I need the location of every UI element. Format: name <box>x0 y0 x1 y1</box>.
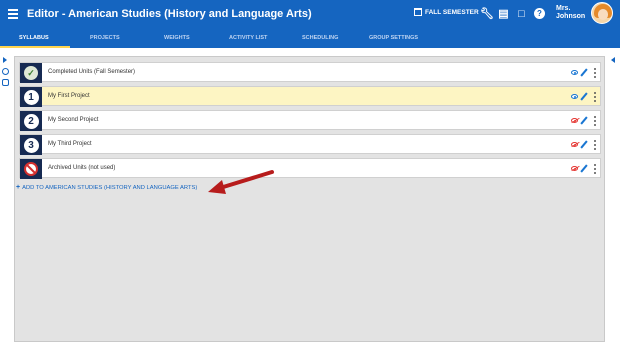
unit-badge: 2 <box>20 111 42 131</box>
semester-label: FALL SEMESTER <box>425 8 479 16</box>
user-name-line2: Johnson <box>556 13 586 20</box>
calendar-icon <box>414 8 422 16</box>
unit-number: 3 <box>23 137 39 153</box>
pencil-icon[interactable] <box>580 116 588 125</box>
unit-badge: 3 <box>20 135 42 155</box>
eye-off-icon[interactable] <box>571 142 578 147</box>
checkmark-icon: ✓ <box>24 66 38 80</box>
tab-bar: SYLLABUS PROJECTS WEIGHTS ACTIVITY LIST … <box>0 30 620 48</box>
expand-right-panel-icon[interactable] <box>611 57 615 63</box>
unit-row-second-project[interactable]: 2 My Second Project <box>19 110 601 131</box>
user-name-line1: Mrs. <box>556 5 571 12</box>
eye-icon[interactable] <box>571 94 578 99</box>
unit-label: My Second Project <box>48 117 99 123</box>
unit-label: My First Project <box>48 93 90 99</box>
active-tab-indicator <box>0 46 70 48</box>
eye-off-icon[interactable] <box>571 166 578 171</box>
hamburger-menu-icon[interactable] <box>8 9 18 19</box>
tab-scheduling[interactable]: SCHEDULING <box>302 35 338 41</box>
unit-row-first-project[interactable]: 1 My First Project <box>19 86 601 107</box>
unit-number: 1 <box>23 89 39 105</box>
wrench-icon[interactable]: 🔧︎ <box>480 8 494 20</box>
add-unit-link[interactable]: + ADD TO AMERICAN STUDIES (HISTORY AND LA… <box>16 184 197 191</box>
unit-row-completed[interactable]: ✓ Completed Units (Fall Semester) <box>19 62 601 83</box>
tab-group-settings[interactable]: GROUP SETTINGS <box>369 35 418 41</box>
tab-weights[interactable]: WEIGHTS <box>164 35 190 41</box>
pencil-icon[interactable] <box>580 140 588 149</box>
unit-number: 2 <box>23 113 39 129</box>
expand-left-panel-icon[interactable] <box>3 57 7 63</box>
unit-label: Archived Units (not used) <box>48 165 116 171</box>
page-title: Editor - American Studies (History and L… <box>27 8 312 20</box>
top-app-bar: Editor - American Studies (History and L… <box>0 0 620 30</box>
tab-syllabus[interactable]: SYLLABUS <box>19 35 49 41</box>
ban-icon <box>24 162 38 176</box>
add-unit-label: ADD TO AMERICAN STUDIES (HISTORY AND LAN… <box>22 185 198 191</box>
pencil-icon[interactable] <box>580 92 588 101</box>
avatar[interactable] <box>591 2 613 24</box>
unit-badge: 1 <box>20 87 42 107</box>
kebab-menu-icon[interactable] <box>594 68 596 78</box>
eye-off-icon[interactable] <box>571 118 578 123</box>
help-icon[interactable]: ? <box>534 8 545 19</box>
kebab-menu-icon[interactable] <box>594 164 596 174</box>
pencil-icon[interactable] <box>580 68 588 77</box>
kebab-menu-icon[interactable] <box>594 116 596 126</box>
user-name[interactable]: Mrs. Johnson <box>556 5 585 21</box>
unit-row-third-project[interactable]: 3 My Third Project <box>19 134 601 155</box>
document-icon[interactable]: ▤ <box>498 8 509 20</box>
kebab-menu-icon[interactable] <box>594 140 596 150</box>
kebab-menu-icon[interactable] <box>594 92 596 102</box>
pencil-icon[interactable] <box>580 164 588 173</box>
unit-label: My Third Project <box>48 141 92 147</box>
annotation-arrow-icon <box>208 170 274 194</box>
globe-icon[interactable] <box>2 68 9 75</box>
panel-icon[interactable] <box>2 79 9 86</box>
syllabus-panel: ✓ Completed Units (Fall Semester) 1 My F… <box>14 56 605 342</box>
unit-row-archived[interactable]: Archived Units (not used) <box>19 158 601 179</box>
plus-icon: + <box>16 184 21 191</box>
unit-label: Completed Units (Fall Semester) <box>48 69 136 75</box>
unit-badge: ✓ <box>20 63 42 83</box>
unit-badge <box>20 159 42 179</box>
tab-activity-list[interactable]: ACTIVITY LIST <box>229 35 267 41</box>
eye-icon[interactable] <box>571 70 578 75</box>
clipboard-icon[interactable]: □ <box>516 8 527 20</box>
semester-selector[interactable]: FALL SEMESTER <box>414 8 479 16</box>
tab-projects[interactable]: PROJECTS <box>90 35 120 41</box>
